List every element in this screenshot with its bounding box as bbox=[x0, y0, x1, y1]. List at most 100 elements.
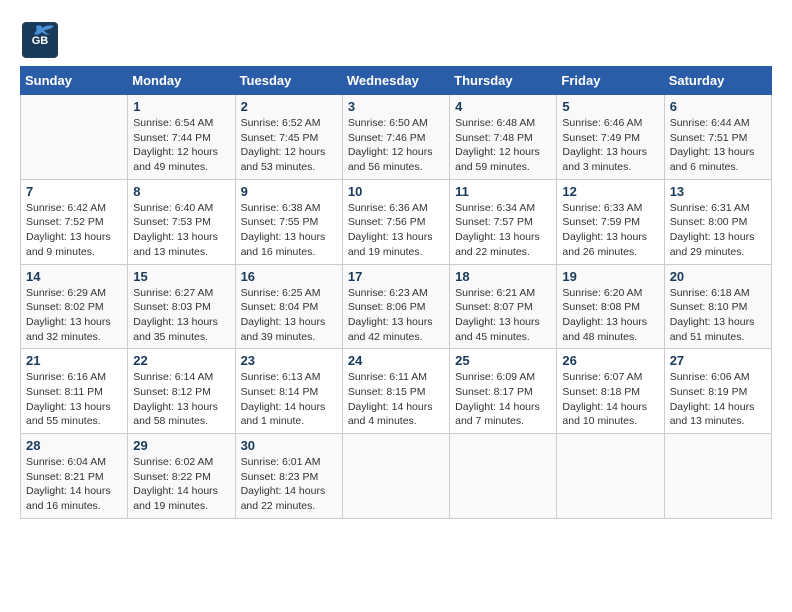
day-info: Sunrise: 6:07 AM Sunset: 8:18 PM Dayligh… bbox=[562, 370, 658, 429]
day-number: 13 bbox=[670, 184, 766, 199]
column-header-monday: Monday bbox=[128, 67, 235, 95]
day-number: 10 bbox=[348, 184, 444, 199]
column-header-saturday: Saturday bbox=[664, 67, 771, 95]
day-number: 11 bbox=[455, 184, 551, 199]
calendar-cell: 30 Sunrise: 6:01 AM Sunset: 8:23 PM Dayli… bbox=[235, 434, 342, 519]
calendar-week-row: 28 Sunrise: 6:04 AM Sunset: 8:21 PM Dayli… bbox=[21, 434, 772, 519]
calendar-cell: 22 Sunrise: 6:14 AM Sunset: 8:12 PM Dayli… bbox=[128, 349, 235, 434]
day-info: Sunrise: 6:21 AM Sunset: 8:07 PM Dayligh… bbox=[455, 286, 551, 345]
day-number: 1 bbox=[133, 99, 229, 114]
day-number: 18 bbox=[455, 269, 551, 284]
day-info: Sunrise: 6:11 AM Sunset: 8:15 PM Dayligh… bbox=[348, 370, 444, 429]
day-number: 6 bbox=[670, 99, 766, 114]
logo: GB bbox=[20, 20, 64, 60]
day-number: 22 bbox=[133, 353, 229, 368]
calendar-cell: 2Sunrise: 6:52 AM Sunset: 7:45 PM Daylig… bbox=[235, 95, 342, 180]
calendar-cell: 11Sunrise: 6:34 AM Sunset: 7:57 PM Dayli… bbox=[450, 179, 557, 264]
calendar-cell: 5 Sunrise: 6:46 AM Sunset: 7:49 PM Daylig… bbox=[557, 95, 664, 180]
day-info: Sunrise: 6:25 AM Sunset: 8:04 PM Dayligh… bbox=[241, 286, 337, 345]
day-info: Sunrise: 6:36 AM Sunset: 7:56 PM Dayligh… bbox=[348, 201, 444, 260]
day-info: Sunrise: 6:18 AM Sunset: 8:10 PM Dayligh… bbox=[670, 286, 766, 345]
calendar-cell: 14 Sunrise: 6:29 AM Sunset: 8:02 PM Dayli… bbox=[21, 264, 128, 349]
calendar-cell: 28 Sunrise: 6:04 AM Sunset: 8:21 PM Dayli… bbox=[21, 434, 128, 519]
day-info: Sunrise: 6:46 AM Sunset: 7:49 PM Dayligh… bbox=[562, 116, 658, 175]
calendar-header-row: SundayMondayTuesdayWednesdayThursdayFrid… bbox=[21, 67, 772, 95]
day-number: 27 bbox=[670, 353, 766, 368]
column-header-wednesday: Wednesday bbox=[342, 67, 449, 95]
calendar-cell: 19 Sunrise: 6:20 AM Sunset: 8:08 PM Dayli… bbox=[557, 264, 664, 349]
day-number: 16 bbox=[241, 269, 337, 284]
day-number: 21 bbox=[26, 353, 122, 368]
calendar-cell: 16 Sunrise: 6:25 AM Sunset: 8:04 PM Dayli… bbox=[235, 264, 342, 349]
day-info: Sunrise: 6:16 AM Sunset: 8:11 PM Dayligh… bbox=[26, 370, 122, 429]
calendar-cell: 29 Sunrise: 6:02 AM Sunset: 8:22 PM Dayli… bbox=[128, 434, 235, 519]
day-number: 23 bbox=[241, 353, 337, 368]
svg-text:GB: GB bbox=[32, 35, 49, 47]
calendar-week-row: 1 Sunrise: 6:54 AM Sunset: 7:44 PM Daylig… bbox=[21, 95, 772, 180]
day-info: Sunrise: 6:13 AM Sunset: 8:14 PM Dayligh… bbox=[241, 370, 337, 429]
day-number: 17 bbox=[348, 269, 444, 284]
day-info: Sunrise: 6:31 AM Sunset: 8:00 PM Dayligh… bbox=[670, 201, 766, 260]
calendar-cell bbox=[342, 434, 449, 519]
day-number: 19 bbox=[562, 269, 658, 284]
day-number: 26 bbox=[562, 353, 658, 368]
day-number: 4 bbox=[455, 99, 551, 114]
day-number: 30 bbox=[241, 438, 337, 453]
day-info: Sunrise: 6:04 AM Sunset: 8:21 PM Dayligh… bbox=[26, 455, 122, 514]
day-info: Sunrise: 6:38 AM Sunset: 7:55 PM Dayligh… bbox=[241, 201, 337, 260]
day-info: Sunrise: 6:20 AM Sunset: 8:08 PM Dayligh… bbox=[562, 286, 658, 345]
column-header-tuesday: Tuesday bbox=[235, 67, 342, 95]
calendar-cell: 4 Sunrise: 6:48 AM Sunset: 7:48 PM Daylig… bbox=[450, 95, 557, 180]
page-header: GB bbox=[20, 20, 772, 60]
day-number: 8 bbox=[133, 184, 229, 199]
day-info: Sunrise: 6:44 AM Sunset: 7:51 PM Dayligh… bbox=[670, 116, 766, 175]
day-info: Sunrise: 6:42 AM Sunset: 7:52 PM Dayligh… bbox=[26, 201, 122, 260]
calendar-cell: 15 Sunrise: 6:27 AM Sunset: 8:03 PM Dayli… bbox=[128, 264, 235, 349]
day-number: 29 bbox=[133, 438, 229, 453]
day-info: Sunrise: 6:50 AM Sunset: 7:46 PM Dayligh… bbox=[348, 116, 444, 175]
day-info: Sunrise: 6:48 AM Sunset: 7:48 PM Dayligh… bbox=[455, 116, 551, 175]
calendar-cell: 6 Sunrise: 6:44 AM Sunset: 7:51 PM Daylig… bbox=[664, 95, 771, 180]
day-info: Sunrise: 6:06 AM Sunset: 8:19 PM Dayligh… bbox=[670, 370, 766, 429]
day-number: 12 bbox=[562, 184, 658, 199]
day-number: 15 bbox=[133, 269, 229, 284]
calendar-cell: 18 Sunrise: 6:21 AM Sunset: 8:07 PM Dayli… bbox=[450, 264, 557, 349]
day-info: Sunrise: 6:09 AM Sunset: 8:17 PM Dayligh… bbox=[455, 370, 551, 429]
day-info: Sunrise: 6:29 AM Sunset: 8:02 PM Dayligh… bbox=[26, 286, 122, 345]
calendar-cell bbox=[664, 434, 771, 519]
calendar-cell: 3 Sunrise: 6:50 AM Sunset: 7:46 PM Daylig… bbox=[342, 95, 449, 180]
day-number: 7 bbox=[26, 184, 122, 199]
day-number: 5 bbox=[562, 99, 658, 114]
day-number: 14 bbox=[26, 269, 122, 284]
logo-icon: GB bbox=[20, 20, 60, 60]
calendar-cell: 9Sunrise: 6:38 AM Sunset: 7:55 PM Daylig… bbox=[235, 179, 342, 264]
calendar-week-row: 7 Sunrise: 6:42 AM Sunset: 7:52 PM Daylig… bbox=[21, 179, 772, 264]
calendar-cell: 26 Sunrise: 6:07 AM Sunset: 8:18 PM Dayli… bbox=[557, 349, 664, 434]
calendar-cell: 7 Sunrise: 6:42 AM Sunset: 7:52 PM Daylig… bbox=[21, 179, 128, 264]
day-number: 3 bbox=[348, 99, 444, 114]
day-number: 28 bbox=[26, 438, 122, 453]
calendar-cell: 23 Sunrise: 6:13 AM Sunset: 8:14 PM Dayli… bbox=[235, 349, 342, 434]
column-header-friday: Friday bbox=[557, 67, 664, 95]
calendar-cell: 13 Sunrise: 6:31 AM Sunset: 8:00 PM Dayli… bbox=[664, 179, 771, 264]
day-number: 2 bbox=[241, 99, 337, 114]
day-number: 20 bbox=[670, 269, 766, 284]
day-info: Sunrise: 6:54 AM Sunset: 7:44 PM Dayligh… bbox=[133, 116, 229, 175]
calendar-cell: 12 Sunrise: 6:33 AM Sunset: 7:59 PM Dayli… bbox=[557, 179, 664, 264]
day-info: Sunrise: 6:02 AM Sunset: 8:22 PM Dayligh… bbox=[133, 455, 229, 514]
day-info: Sunrise: 6:33 AM Sunset: 7:59 PM Dayligh… bbox=[562, 201, 658, 260]
day-info: Sunrise: 6:01 AM Sunset: 8:23 PM Dayligh… bbox=[241, 455, 337, 514]
calendar-week-row: 14 Sunrise: 6:29 AM Sunset: 8:02 PM Dayli… bbox=[21, 264, 772, 349]
calendar-cell: 25 Sunrise: 6:09 AM Sunset: 8:17 PM Dayli… bbox=[450, 349, 557, 434]
calendar-table: SundayMondayTuesdayWednesdayThursdayFrid… bbox=[20, 66, 772, 519]
calendar-cell bbox=[21, 95, 128, 180]
day-info: Sunrise: 6:14 AM Sunset: 8:12 PM Dayligh… bbox=[133, 370, 229, 429]
calendar-cell: 10 Sunrise: 6:36 AM Sunset: 7:56 PM Dayli… bbox=[342, 179, 449, 264]
day-info: Sunrise: 6:27 AM Sunset: 8:03 PM Dayligh… bbox=[133, 286, 229, 345]
day-number: 25 bbox=[455, 353, 551, 368]
calendar-cell: 24Sunrise: 6:11 AM Sunset: 8:15 PM Dayli… bbox=[342, 349, 449, 434]
day-info: Sunrise: 6:40 AM Sunset: 7:53 PM Dayligh… bbox=[133, 201, 229, 260]
calendar-cell: 1 Sunrise: 6:54 AM Sunset: 7:44 PM Daylig… bbox=[128, 95, 235, 180]
calendar-cell: 8 Sunrise: 6:40 AM Sunset: 7:53 PM Daylig… bbox=[128, 179, 235, 264]
day-info: Sunrise: 6:23 AM Sunset: 8:06 PM Dayligh… bbox=[348, 286, 444, 345]
